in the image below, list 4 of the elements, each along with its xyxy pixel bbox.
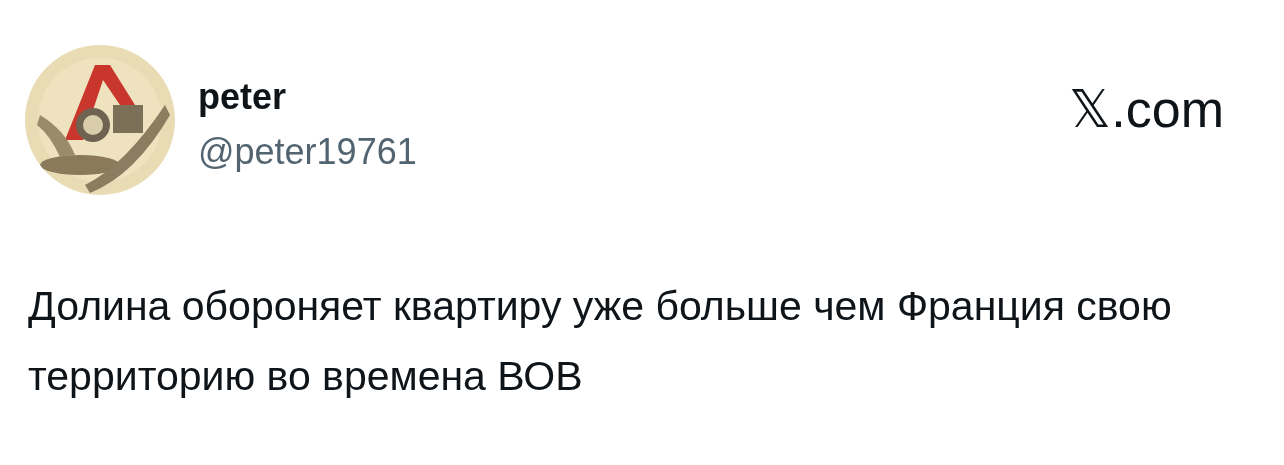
source-logo: 𝕏.com — [1069, 79, 1224, 139]
author-handle[interactable]: @peter19761 — [198, 129, 417, 175]
post-text: Долина обороняет квартиру уже больше чем Франция свою территорию во времена ВОВ — [28, 282, 1173, 401]
author-name[interactable]: peter — [198, 75, 417, 119]
